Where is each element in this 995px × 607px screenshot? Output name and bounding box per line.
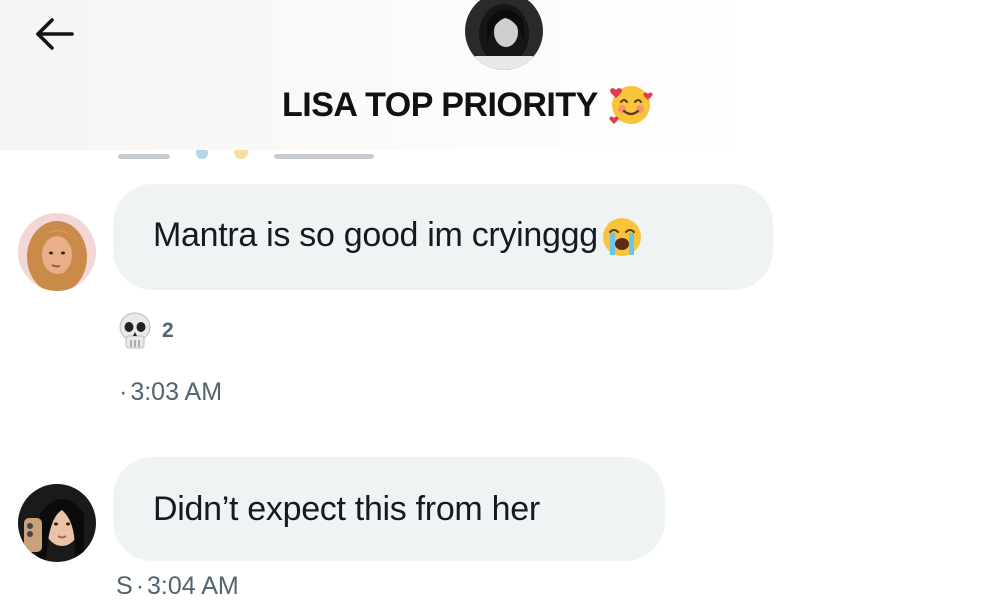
message-text: Mantra is so good im cryinggg xyxy=(153,215,644,259)
sender-avatar[interactable] xyxy=(18,213,96,291)
back-button[interactable] xyxy=(28,12,80,56)
reaction-count: 2 xyxy=(162,319,174,342)
clipped-emoji xyxy=(234,149,248,159)
loudly-crying-face-icon xyxy=(602,218,641,256)
clipped-text xyxy=(118,154,170,159)
message-timestamp: 3:03 AM xyxy=(130,378,223,406)
dm-conversation-screen: LISA TOP PRIORITY Mantra is so good im c… xyxy=(0,0,995,607)
message-reaction[interactable]: 2 xyxy=(118,312,174,350)
message-sender-initial: S xyxy=(116,572,133,600)
user-avatar-blonde xyxy=(18,213,96,291)
skull-icon xyxy=(119,312,151,349)
message-bubble[interactable]: Mantra is so good im cryinggg xyxy=(113,184,773,290)
meta-separator: · xyxy=(135,572,145,600)
group-title: LISA TOP PRIORITY xyxy=(282,85,598,124)
group-avatar[interactable] xyxy=(465,0,543,70)
message-meta: S · 3:04 AM xyxy=(116,572,239,601)
conversation-header: LISA TOP PRIORITY xyxy=(0,0,760,150)
clipped-timestamp xyxy=(274,154,374,159)
message-text: Didn’t expect this from her xyxy=(153,489,540,528)
message-bubble[interactable]: Didn’t expect this from her xyxy=(113,457,665,561)
meta-separator: · xyxy=(119,378,128,406)
title-row[interactable]: LISA TOP PRIORITY xyxy=(282,82,654,128)
smiling-face-with-hearts-icon xyxy=(609,86,653,124)
sender-avatar[interactable] xyxy=(18,484,96,562)
group-avatar-image xyxy=(465,0,543,70)
message-text-content: Mantra is so good im cryinggg xyxy=(153,215,598,254)
user-avatar-dark-hair xyxy=(18,484,96,562)
message-meta: · 3:03 AM xyxy=(116,378,222,407)
arrow-left-icon xyxy=(36,18,74,50)
message-timestamp: 3:04 AM xyxy=(147,572,239,600)
